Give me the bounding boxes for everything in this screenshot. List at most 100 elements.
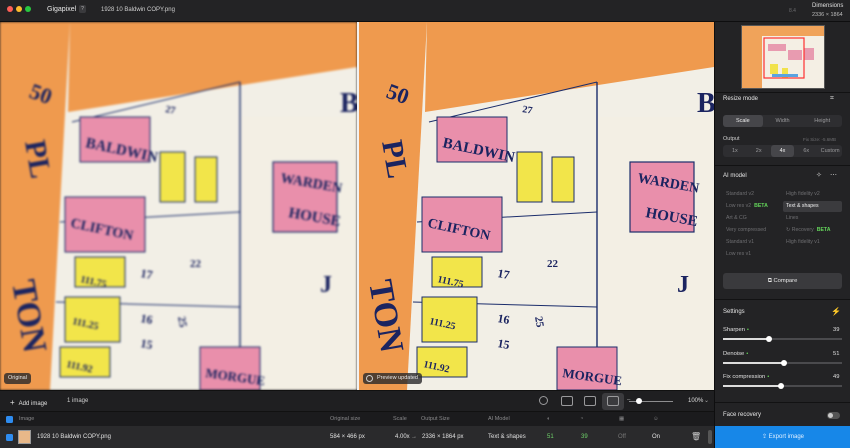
map-label-letter: B: [697, 88, 714, 119]
status-dot-icon: •: [767, 374, 770, 380]
model-standard-v1[interactable]: Standard v1: [723, 237, 781, 248]
beta-badge: BETA: [816, 227, 831, 233]
app-name: Gigapixel: [47, 6, 77, 13]
dimensions-label: Dimensions: [812, 3, 844, 9]
model-standard-v2[interactable]: Standard v2: [723, 189, 781, 200]
scrollbar[interactable]: [708, 430, 712, 444]
trash-icon[interactable]: 🗑: [691, 432, 701, 441]
fix-size-note: Fix Size: -5.6MB: [803, 137, 837, 142]
slider-track-2[interactable]: [723, 382, 842, 389]
crop-icon[interactable]: ⌗: [830, 95, 834, 103]
map-image-preview: BALDWINCLIFTONWARDENHOUSEMORGUEPLTON50 BJ…: [358, 22, 714, 390]
image-table-header: Image Original size Scale Output Size AI…: [0, 411, 714, 426]
map-image-original: BALDWINCLIFTONWARDENHOUSEMORGUEPLTON50 BJ…: [0, 22, 357, 390]
tab-width[interactable]: Width: [763, 115, 803, 127]
slider-label-2: Fix compression •: [723, 374, 769, 380]
map-label-letter: B: [340, 88, 357, 119]
more-options-icon[interactable]: ⋯: [830, 171, 837, 179]
model-low-res-v2[interactable]: Low res v2 BETA: [723, 201, 781, 212]
map-label-lot-number: 22: [190, 258, 202, 270]
navigator-map-image: [742, 26, 824, 88]
row-ai-model: Text & shapes: [488, 434, 526, 440]
lightning-icon[interactable]: ⚡: [831, 307, 841, 316]
tab-scale[interactable]: Scale: [723, 115, 763, 127]
model-high-fidelity-v1[interactable]: High fidelity v1: [783, 237, 842, 248]
zoom-out-icon[interactable]: –: [627, 397, 630, 403]
side-by-side-icon[interactable]: [584, 396, 596, 406]
col-scale: Scale: [393, 416, 407, 422]
output-label: Output: [723, 136, 740, 142]
slider-handle[interactable]: [766, 335, 773, 342]
zoom-slider-handle[interactable]: [636, 398, 642, 404]
chevron-down-icon[interactable]: ⌄: [704, 397, 709, 404]
export-image-button[interactable]: ⇪ Export image: [715, 426, 850, 448]
scale-6x[interactable]: 6x: [794, 145, 818, 157]
model-very-compressed[interactable]: Very compressed: [723, 225, 781, 236]
slider-fill: [723, 362, 784, 364]
add-image-button[interactable]: + Add image: [10, 398, 47, 407]
row-file-name: 1928 10 Baldwin COPY.png: [37, 434, 111, 440]
help-button[interactable]: ?: [79, 5, 86, 13]
export-label: Export image: [768, 434, 805, 440]
preview-pane[interactable]: BALDWIN CLIFTON WARDEN HOUSE MORGUE PL TON 50 B J…: [358, 22, 714, 390]
yellow-building: [194, 156, 218, 203]
slider-value-2[interactable]: 49: [833, 374, 839, 380]
face-recovery-toggle[interactable]: [827, 412, 840, 419]
compare-button[interactable]: ⧉ Compare: [723, 273, 842, 289]
original-pane[interactable]: BALDWIN CLIFTON WARDEN HOUSE MORGUE PL TON 50 B J…: [0, 22, 357, 390]
slider-value-0[interactable]: 39: [833, 327, 839, 333]
model-art-cg[interactable]: Art & CG: [723, 213, 781, 224]
scale-2x[interactable]: 2x: [747, 145, 771, 157]
navigator-thumbnail[interactable]: [741, 25, 825, 89]
yellow-building: [516, 151, 543, 203]
slider-label-text: Fix compression: [723, 374, 766, 380]
slider-fill: [723, 338, 770, 340]
split-divider-handle[interactable]: [357, 22, 359, 390]
col-output-size: Output Size: [421, 416, 450, 422]
slider-handle[interactable]: [778, 382, 785, 389]
arrow-right-icon: →: [411, 434, 417, 440]
model-recovery-label: Recovery: [791, 227, 814, 233]
export-icon: ⇪: [761, 434, 769, 440]
model-low-res-v1[interactable]: Low res v1: [723, 249, 781, 260]
scale-custom[interactable]: Custom: [818, 145, 842, 157]
slider-handle[interactable]: [780, 359, 787, 366]
model-recovery[interactable]: ↻ Recovery BETA: [783, 225, 842, 236]
map-label-lot-number: 16: [139, 311, 153, 327]
slider-track-0[interactable]: [723, 335, 842, 342]
sharpen-col-icon: ◐: [547, 416, 551, 422]
face-recovery-label: Face recovery: [723, 412, 762, 418]
tab-height[interactable]: Height: [802, 115, 842, 127]
scale-1x[interactable]: 1x: [723, 145, 747, 157]
zoom-window-button[interactable]: [25, 6, 31, 12]
model-text-shapes[interactable]: Text & shapes: [783, 201, 842, 212]
camera-icon[interactable]: [539, 396, 548, 405]
sparkle-icon[interactable]: ✧: [816, 171, 822, 179]
check-circle-icon: [366, 375, 373, 382]
col-ai-model: AI Model: [488, 416, 510, 422]
map-label-lot-number: 17: [496, 266, 510, 282]
map-label-lot-number: 27: [521, 104, 533, 117]
preview-status: Preview updated: [363, 373, 422, 384]
row-sharpen: 51: [547, 434, 554, 440]
slider-track-1[interactable]: [723, 359, 842, 366]
slider-label-text: Sharpen: [723, 327, 745, 333]
select-all-checkbox[interactable]: [6, 416, 13, 423]
row-checkbox[interactable]: [6, 434, 13, 441]
slider-value-1[interactable]: 51: [833, 351, 839, 357]
model-lines[interactable]: Lines: [783, 213, 842, 224]
window-controls: [7, 6, 31, 12]
close-window-button[interactable]: [7, 6, 13, 12]
settings-sidebar: Resize mode ⌗ Scale Width Height Output …: [714, 22, 850, 448]
table-row[interactable]: 1928 10 Baldwin COPY.png 584 × 466 px 4.…: [0, 426, 714, 448]
dimensions-value: 2336 × 1864: [812, 12, 843, 18]
slider-label-0: Sharpen •: [723, 327, 749, 333]
single-view-icon[interactable]: [561, 396, 573, 406]
minimize-window-button[interactable]: [16, 6, 22, 12]
zoom-level[interactable]: 100%: [688, 398, 703, 404]
beta-badge: BETA: [754, 203, 768, 209]
model-high-fidelity-v2[interactable]: High fidelity v2: [783, 189, 842, 200]
compression-col-icon: ▦: [619, 416, 625, 422]
scale-4x[interactable]: 4x: [770, 145, 795, 157]
yellow-building: [551, 156, 575, 203]
